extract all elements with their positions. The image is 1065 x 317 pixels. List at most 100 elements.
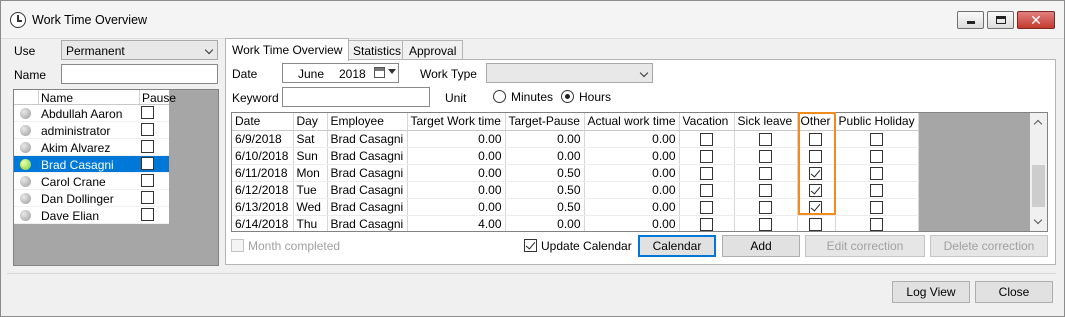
column-header-actual-work-time[interactable]: Actual work time [584, 113, 680, 131]
public-holiday-checkbox[interactable] [869, 149, 883, 163]
public-holiday-checkbox[interactable] [869, 183, 883, 197]
column-header-pause[interactable]: Pause [142, 91, 176, 105]
cell-date: 6/9/2018 [232, 130, 294, 148]
employee-row[interactable]: Akim Alvarez [14, 139, 169, 156]
employee-row[interactable]: administrator [14, 122, 169, 139]
public-holiday-cell [835, 164, 919, 182]
pause-checkbox[interactable] [141, 174, 154, 187]
unit-minutes-label[interactable]: Minutes [511, 90, 553, 104]
sick-leave-checkbox[interactable] [758, 217, 772, 231]
update-calendar-label[interactable]: Update Calendar [541, 239, 632, 253]
edit-correction-button[interactable]: Edit correction [805, 235, 925, 257]
pause-checkbox[interactable] [141, 157, 154, 170]
month-completed-label: Month completed [248, 239, 341, 253]
other-checkbox[interactable] [809, 166, 823, 180]
employee-row[interactable]: Abdullah Aaron [14, 105, 169, 122]
scroll-down-icon[interactable] [1033, 215, 1043, 225]
tab-work-time-overview[interactable]: Work Time Overview [225, 38, 350, 61]
other-checkbox[interactable] [809, 183, 823, 197]
scroll-up-icon[interactable] [1033, 119, 1043, 129]
column-header-other[interactable]: Other [797, 113, 836, 131]
employee-row[interactable]: Brad Casagni [14, 156, 169, 173]
pause-checkbox[interactable] [141, 106, 154, 119]
keyword-field[interactable] [282, 87, 430, 107]
sick-leave-checkbox[interactable] [758, 200, 772, 214]
cell-date: 6/14/2018 [232, 215, 294, 231]
employee-row[interactable]: Carol Crane [14, 173, 169, 190]
status-bullet-icon [20, 142, 31, 153]
column-header-target-work-time[interactable]: Target Work time [407, 113, 506, 131]
table-row[interactable]: 6/13/2018 Wed Brad Casagni 0.00 0.50 0.00 [232, 198, 919, 216]
name-input[interactable] [62, 65, 217, 83]
table-row[interactable]: 6/12/2018 Tue Brad Casagni 0.00 0.50 0.00 [232, 181, 919, 199]
table-row[interactable]: 6/14/2018 Thu Brad Casagni 4.00 0.00 0.00 [232, 215, 919, 231]
window-title: Work Time Overview [32, 13, 148, 27]
sick-leave-checkbox[interactable] [758, 166, 772, 180]
column-header-vacation[interactable]: Vacation [679, 113, 735, 131]
sick-leave-checkbox[interactable] [758, 149, 772, 163]
update-calendar-checkbox[interactable] [524, 239, 537, 252]
column-header-target-pause[interactable]: Target-Pause [505, 113, 585, 131]
public-holiday-cell [835, 147, 919, 165]
pause-checkbox[interactable] [141, 123, 154, 136]
table-row[interactable]: 6/10/2018 Sun Brad Casagni 0.00 0.00 0.00 [232, 147, 919, 165]
month-completed-checkbox[interactable] [231, 239, 244, 252]
unit-hours-label[interactable]: Hours [579, 90, 611, 104]
public-holiday-checkbox[interactable] [869, 166, 883, 180]
add-button[interactable]: Add [722, 235, 800, 257]
chevron-down-icon[interactable] [388, 69, 396, 74]
column-header-sick-leave[interactable]: Sick leave [734, 113, 798, 131]
log-view-button[interactable]: Log View [892, 281, 970, 303]
pause-checkbox[interactable] [141, 140, 154, 153]
employee-row[interactable]: Dave Elian [14, 207, 169, 224]
calendar-button[interactable]: Calendar [638, 235, 716, 257]
footer-divider [7, 273, 1056, 274]
other-checkbox[interactable] [809, 200, 823, 214]
other-checkbox[interactable] [809, 132, 823, 146]
vacation-checkbox[interactable] [699, 132, 713, 146]
grid-scrollbar[interactable] [1030, 113, 1047, 231]
column-header-name[interactable]: Name [41, 91, 73, 105]
unit-minutes-radio[interactable] [493, 90, 506, 103]
minimize-button[interactable] [957, 11, 984, 29]
pause-checkbox[interactable] [141, 191, 154, 204]
vacation-checkbox[interactable] [699, 183, 713, 197]
public-holiday-checkbox[interactable] [869, 217, 883, 231]
pause-checkbox[interactable] [141, 208, 154, 221]
employee-name: Carol Crane [41, 175, 106, 189]
employee-name: Dan Dollinger [41, 192, 114, 206]
public-holiday-checkbox[interactable] [869, 200, 883, 214]
close-button[interactable]: Close [975, 281, 1053, 303]
cell-employee: Brad Casagni [327, 198, 408, 216]
close-window-button[interactable]: ✕ [1017, 11, 1055, 29]
tab-statistics[interactable]: Statistics [346, 40, 409, 60]
column-header-date[interactable]: Date [232, 113, 294, 131]
scroll-thumb[interactable] [1032, 165, 1045, 207]
name-field[interactable] [61, 64, 218, 84]
keyword-input[interactable] [283, 88, 429, 106]
column-header-employee[interactable]: Employee [327, 113, 408, 131]
vacation-checkbox[interactable] [699, 217, 713, 231]
sick-leave-checkbox[interactable] [758, 183, 772, 197]
tab-approval[interactable]: Approval [402, 40, 464, 60]
sick-leave-checkbox[interactable] [758, 132, 772, 146]
delete-correction-button[interactable]: Delete correction [930, 235, 1048, 257]
table-row[interactable]: 6/9/2018 Sat Brad Casagni 0.00 0.00 0.00 [232, 130, 919, 148]
maximize-button[interactable] [987, 11, 1014, 29]
unit-hours-radio[interactable] [561, 90, 574, 103]
vacation-checkbox[interactable] [699, 149, 713, 163]
vacation-checkbox[interactable] [699, 200, 713, 214]
cell-date: 6/11/2018 [232, 164, 294, 182]
employee-list-header: Name Pause [14, 90, 176, 105]
calendar-icon[interactable] [374, 67, 385, 78]
employee-row[interactable]: Dan Dollinger [14, 190, 169, 207]
work-type-dropdown[interactable] [486, 63, 653, 83]
table-row[interactable]: 6/11/2018 Mon Brad Casagni 0.00 0.50 0.00 [232, 164, 919, 182]
other-checkbox[interactable] [809, 149, 823, 163]
vacation-checkbox[interactable] [699, 166, 713, 180]
column-header-public-holiday[interactable]: Public Holiday [835, 113, 919, 131]
use-dropdown[interactable]: Permanent [61, 40, 218, 60]
column-header-day[interactable]: Day [293, 113, 328, 131]
other-checkbox[interactable] [809, 217, 823, 231]
public-holiday-checkbox[interactable] [869, 132, 883, 146]
